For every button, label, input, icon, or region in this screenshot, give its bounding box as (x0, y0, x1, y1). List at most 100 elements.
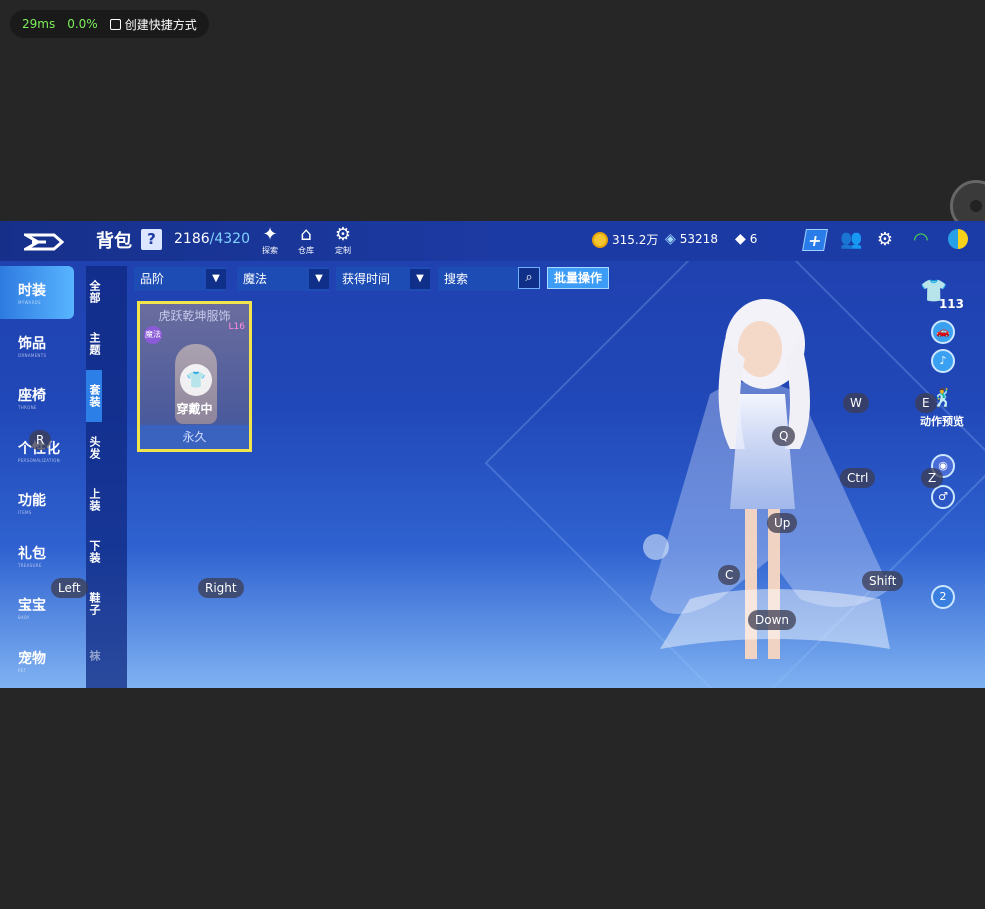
nav-pet[interactable]: 宠物 PET (0, 634, 74, 687)
tab-all[interactable]: 全部 (86, 266, 102, 318)
type-dropdown[interactable]: 魔法 ▼ (237, 267, 329, 291)
gender-icon[interactable]: ♂ (931, 485, 955, 509)
custom-label: 定制 (335, 246, 351, 255)
diamond-amount: 53218 (679, 232, 718, 246)
gem-amount: 6 (749, 232, 758, 246)
subcategory-nav: 全部 主题 套装 头发 上装 下装 鞋子 袜 (86, 266, 127, 688)
warehouse-icon: ⌂ (300, 224, 312, 245)
chevron-down-icon: ▼ (410, 269, 430, 289)
type-dropdown-value: 魔法 (243, 272, 268, 286)
nav-treasure[interactable]: 礼包 TREASURE (0, 529, 74, 582)
help-button[interactable]: ? (141, 229, 162, 250)
nav-items[interactable]: 功能 ITEMS (0, 476, 74, 529)
perf-overlay: 29ms 0.0% 创建快捷方式 (10, 10, 209, 38)
latency-text: 29ms (22, 17, 56, 31)
nav-fashion-en: MYWARDS (18, 300, 41, 305)
search-input[interactable]: 搜索 (438, 267, 518, 291)
nav-ornaments-label: 饰品 (18, 335, 46, 352)
item-level: L16 (228, 322, 245, 332)
recharge-plus-button[interactable]: + (802, 229, 828, 251)
wearing-shirt-icon: 👕 (180, 364, 212, 396)
outfit-count: 113 (938, 297, 964, 311)
nav-pet-label: 宠物 (18, 650, 46, 667)
key-hint-right: Right (198, 578, 244, 598)
wearing-status: 穿戴中 (176, 402, 213, 416)
capacity-used: 2186 (174, 231, 210, 247)
nav-ornaments-en: ORNAMENTS (18, 352, 47, 358)
grade-dropdown[interactable]: 品阶 ▼ (134, 267, 226, 291)
action-preview-label[interactable]: 动作预览 (920, 413, 964, 429)
key-hint-r: R (29, 430, 52, 450)
outfit-slot-badge: 2 (939, 590, 947, 603)
item-duration: 永久 (140, 425, 249, 449)
wifi-icon: ◠ (913, 229, 929, 250)
top-bar: 背包 ? 2186/4320 ✦ 探索 ⌂ 仓库 ⚙ 定制 315.2万 ◈ 5… (0, 221, 985, 261)
game-logo (24, 233, 64, 251)
create-shortcut-button[interactable]: 创建快捷方式 (109, 16, 197, 33)
time-dropdown-value: 获得时间 (342, 272, 391, 286)
nav-throne-en: THRONE (18, 405, 37, 410)
diamond-display: ◈ 53218 (665, 231, 718, 247)
nav-treasure-en: TREASURE (18, 562, 42, 568)
nav-throne-label: 座椅 (18, 388, 46, 404)
nav-personalization-en: PERSONALIZATION (18, 457, 60, 463)
search-placeholder: 搜索 (444, 272, 469, 286)
custom-icon: ⚙ (334, 224, 352, 245)
key-hint-left: Left (51, 578, 88, 598)
coin-icon (592, 231, 608, 248)
tab-theme[interactable]: 主题 (86, 318, 102, 370)
outfit-counter[interactable]: 👕 113 (920, 279, 964, 311)
custom-button[interactable]: ⚙ 定制 (331, 225, 355, 256)
loss-text: 0.0% (67, 17, 98, 31)
chevron-down-icon: ▼ (206, 269, 226, 289)
tab-shoes[interactable]: 鞋子 (86, 578, 102, 630)
nav-items-en: ITEMS (18, 510, 32, 515)
key-hint-c: C (718, 565, 741, 585)
category-nav: 时装 MYWARDS 饰品 ORNAMENTS 座椅 THRONE 个性化 PE… (0, 266, 74, 688)
car-icon[interactable]: 🚗 (931, 320, 955, 344)
warehouse-button[interactable]: ⌂ 仓库 (294, 225, 318, 256)
time-dropdown[interactable]: 获得时间 ▼ (336, 267, 430, 291)
outfit-slot-icon[interactable]: 2 (931, 585, 955, 609)
game-viewport: 背包 ? 2186/4320 ✦ 探索 ⌂ 仓库 ⚙ 定制 315.2万 ◈ 5… (0, 221, 985, 688)
tab-hair[interactable]: 头发 (86, 422, 102, 474)
coin-amount: 315.2万 (612, 233, 659, 247)
gear-icon[interactable]: ⚙ (874, 229, 896, 251)
coin-display: 315.2万 (592, 231, 658, 248)
tab-suit[interactable]: 套装 (86, 370, 102, 422)
nav-items-label: 功能 (18, 493, 46, 509)
key-hint-down: Down (748, 610, 797, 630)
magic-tag: 魔法 (144, 326, 162, 344)
nav-fashion[interactable]: 时装 MYWARDS (0, 266, 74, 319)
nav-pet-en: PET (18, 667, 27, 673)
key-hint-w: W (843, 393, 869, 413)
friends-icon[interactable]: 👥 (840, 229, 862, 251)
nav-fashion-label: 时装 (18, 283, 46, 299)
nav-throne[interactable]: 座椅 THRONE (0, 371, 74, 424)
tab-socks[interactable]: 袜 (86, 630, 102, 682)
capacity-max: /4320 (209, 231, 250, 247)
tab-top[interactable]: 上装 (86, 474, 102, 526)
explore-label: 探索 (262, 246, 278, 255)
page-title: 背包 (96, 231, 132, 252)
tab-bottom[interactable]: 下装 (86, 526, 102, 578)
key-hint-up: Up (767, 513, 798, 533)
key-hint-q: Q (772, 426, 796, 446)
gem-display: ◆ 6 (735, 231, 757, 247)
explore-button[interactable]: ✦ 探索 (258, 225, 282, 256)
search-icon[interactable]: ⌕ (518, 267, 540, 289)
shortcut-icon (109, 18, 121, 30)
key-hint-e: E (915, 393, 937, 413)
batch-operation-button[interactable]: 批量操作 (547, 267, 610, 289)
key-hint-ctrl: Ctrl (840, 468, 876, 488)
avatar[interactable] (948, 229, 970, 251)
light-orb (643, 534, 669, 560)
chevron-down-icon: ▼ (309, 269, 329, 289)
grade-dropdown-value: 品阶 (140, 272, 165, 286)
nav-ornaments[interactable]: 饰品 ORNAMENTS (0, 319, 74, 372)
gem-icon: ◆ (735, 231, 746, 247)
music-icon[interactable]: ♪ (931, 349, 955, 373)
item-card[interactable]: 虎跃乾坤服饰 魔法 L16 👕 穿戴中 永久 (137, 301, 252, 452)
capacity-counter: 2186/4320 (174, 231, 250, 247)
key-hint-z: Z (921, 468, 944, 488)
